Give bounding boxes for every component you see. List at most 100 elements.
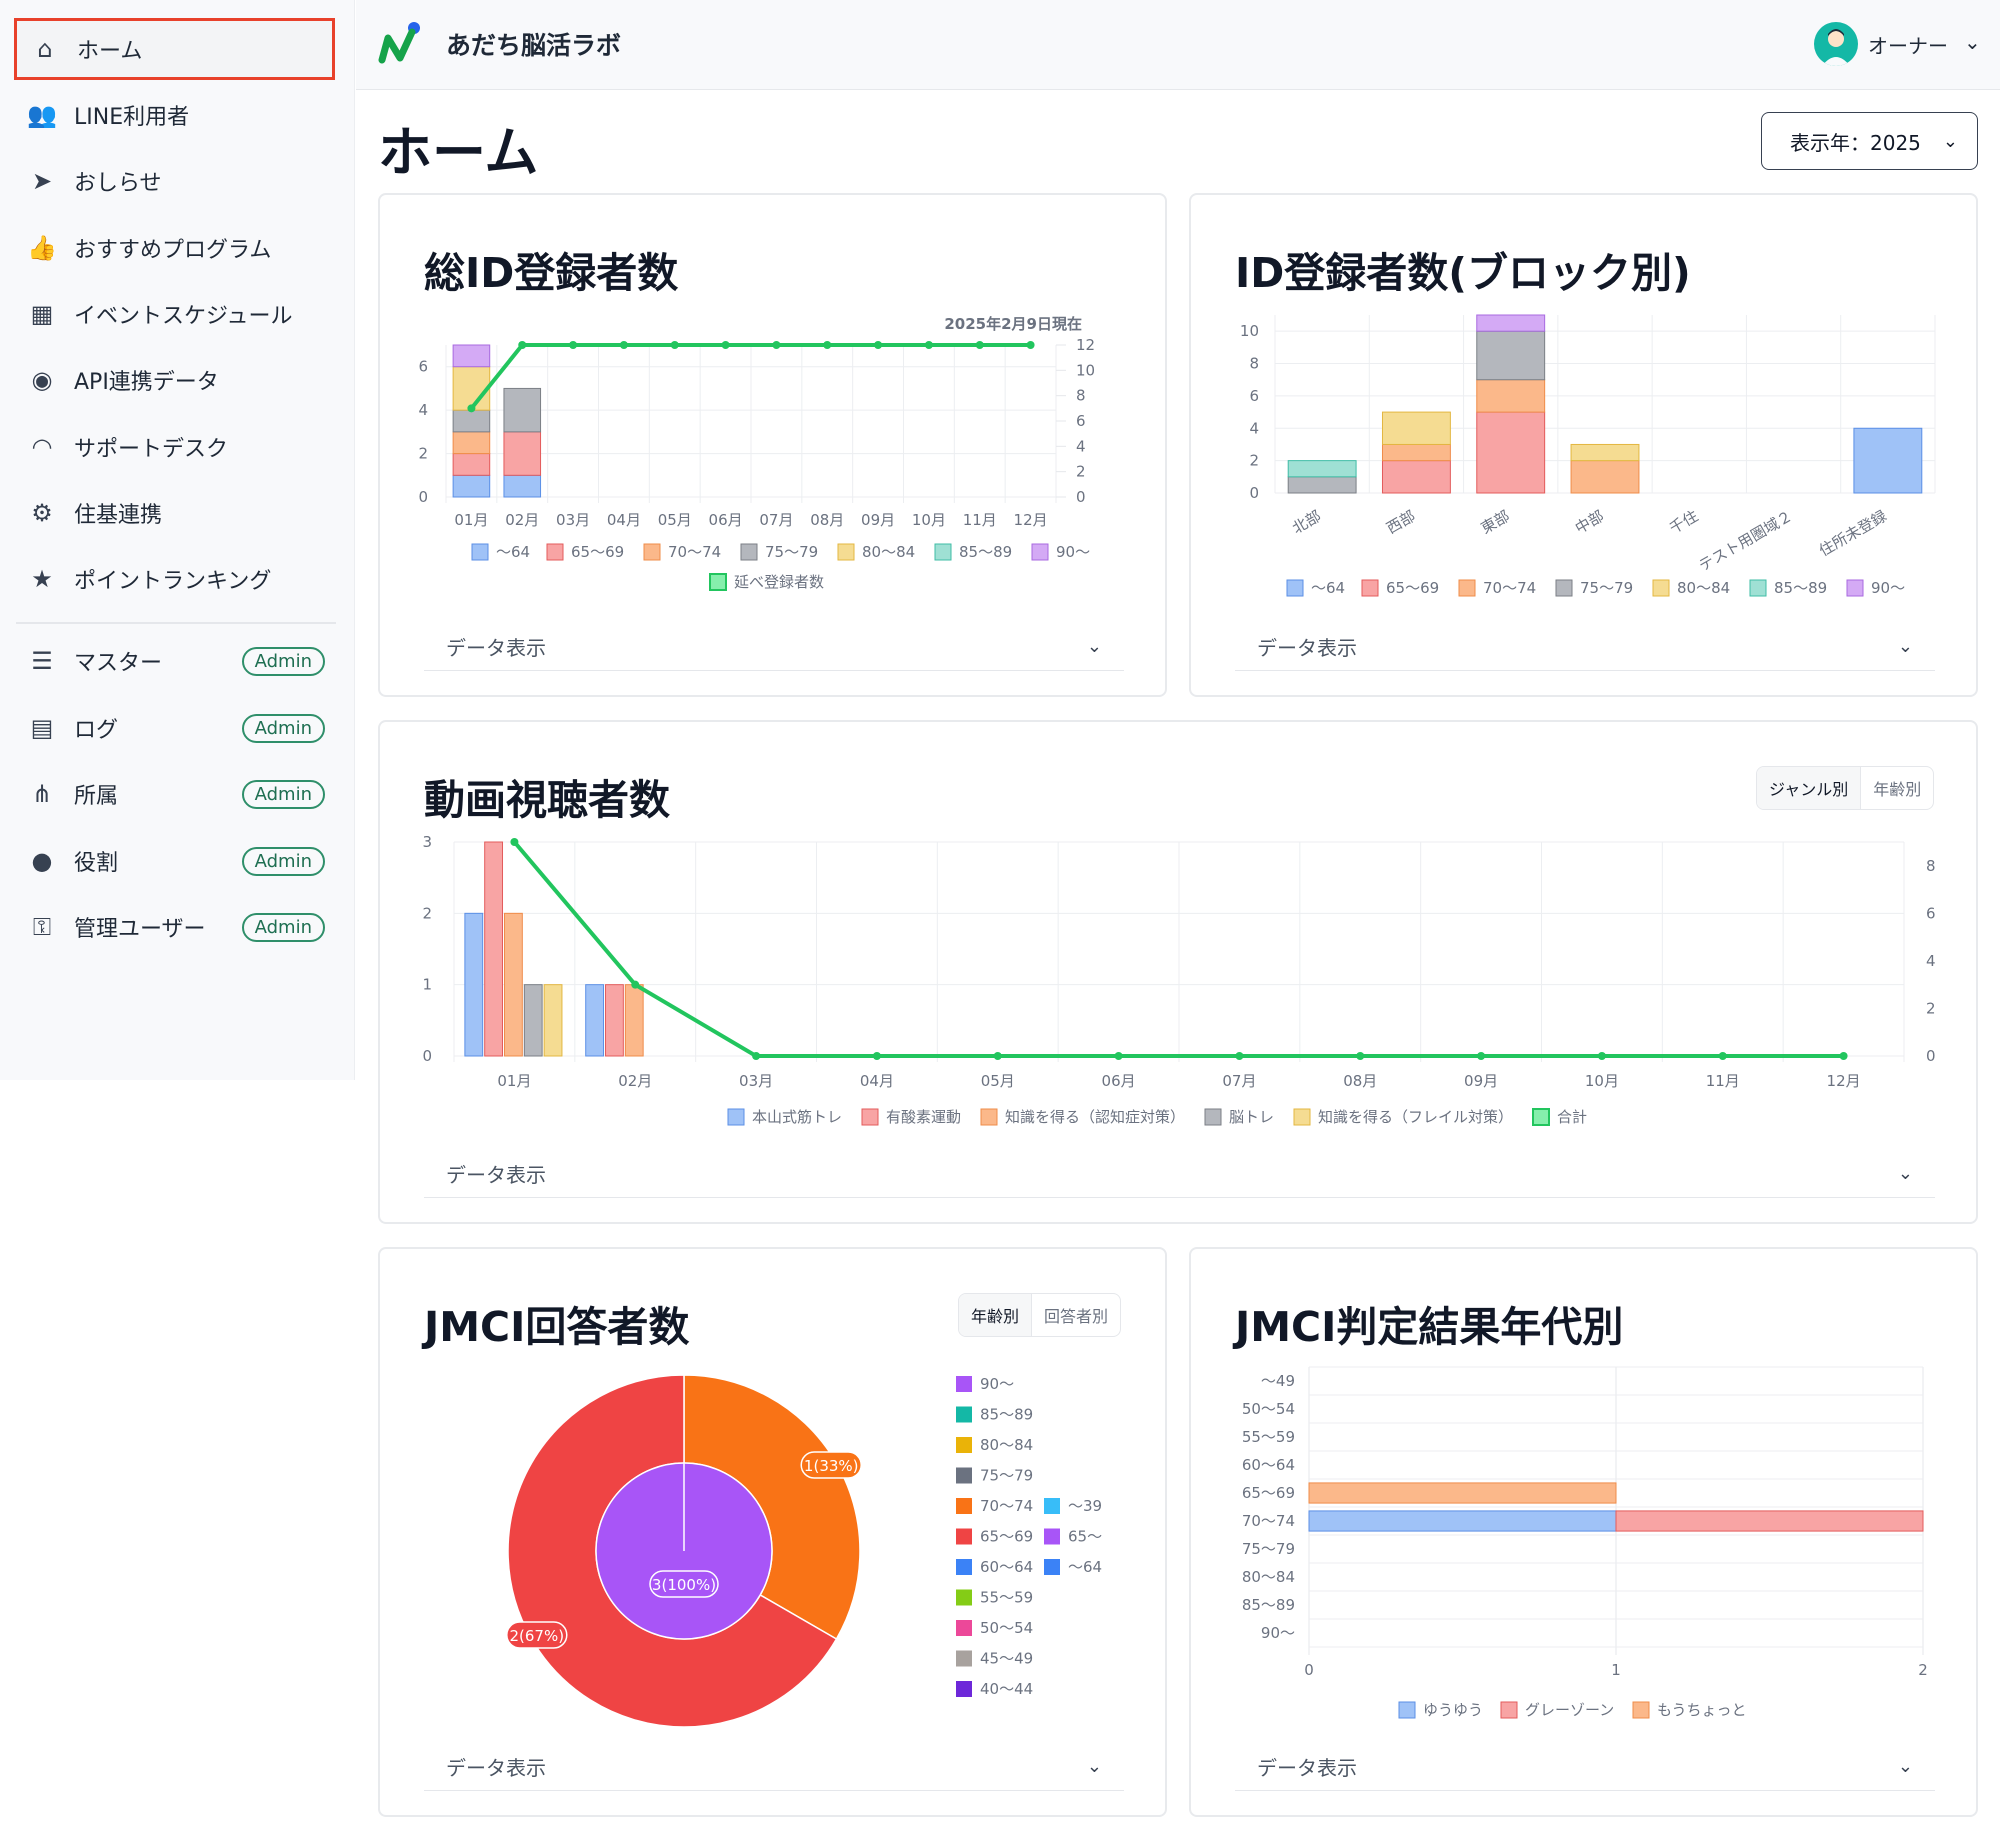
x-tick-label: 06月: [1102, 1072, 1136, 1090]
sidebar-item-label: マスター: [74, 651, 163, 676]
sidebar-divider: [16, 622, 336, 624]
sidebar-item[interactable]: ● 役割 Admin: [14, 830, 335, 892]
y2-tick-label: 4: [1076, 437, 1086, 455]
x-tick-label: 06月: [709, 511, 743, 529]
sidebar-item[interactable]: ▦ イベントスケジュール: [14, 283, 335, 345]
sidebar-item[interactable]: ◉ API連携データ: [14, 349, 335, 411]
sidebar-item-label: ポイントランキング: [74, 569, 272, 594]
bar: [543, 984, 563, 1057]
home-icon: ⌂: [37, 35, 53, 63]
sidebar-item[interactable]: 👥 LINE利用者: [14, 84, 335, 146]
data-toggle[interactable]: データ表示 ⌄: [1235, 623, 1935, 671]
y2-tick-label: 2: [1076, 463, 1086, 481]
x-tick-label: 2: [1918, 1661, 1928, 1679]
sidebar-item[interactable]: ▤ ログ Admin: [14, 697, 335, 759]
bar-segment: [1287, 476, 1357, 494]
legend-label: 65〜69: [1386, 579, 1439, 597]
x-tick-label: 05月: [981, 1072, 1015, 1090]
legend-label: 65〜: [1068, 1528, 1102, 1546]
legend-swatch: [740, 543, 758, 561]
block-id-card: ID登録者数(ブロック別) 0 2 4 6 8 10 北部 西部 東部 中部 千住 テスト用圏域２ 住所…: [1189, 193, 1978, 697]
top-header: あだち脳活ラボ オーナー ⌄: [356, 0, 2000, 90]
user-name[interactable]: オーナー: [1868, 30, 1948, 59]
y-tick-label: 0: [1249, 484, 1259, 502]
legend-label: 55〜59: [980, 1589, 1033, 1607]
legend-swatch: [709, 573, 727, 591]
year-select[interactable]: 表示年：2025 ⌄: [1761, 112, 1978, 170]
sidebar-item[interactable]: ◠ サポートデスク: [14, 416, 335, 478]
x-tick-label: 北部: [1289, 507, 1324, 538]
legend-label: 知識を得る（フレイル対策）: [1318, 1108, 1513, 1126]
bar: [585, 984, 605, 1057]
x-tick-label: 西部: [1383, 507, 1418, 538]
sidebar-item[interactable]: 👍 おすすめプログラム: [14, 217, 335, 279]
bar-segment: [1381, 443, 1451, 462]
sidebar-item[interactable]: ➤ おしらせ: [14, 150, 335, 212]
x-tick-label: 0: [1304, 1661, 1314, 1679]
data-toggle-label: データ表示: [446, 1163, 546, 1187]
sidebar-item[interactable]: ⚿ 管理ユーザー Admin: [14, 896, 335, 958]
x-tick-label: 12月: [1014, 511, 1048, 529]
line-point: [1026, 341, 1035, 349]
sidebar-item[interactable]: ⋔ 所属 Admin: [14, 763, 335, 825]
x-tick-label: 住所未登録: [1816, 507, 1890, 560]
bar-segment: [1476, 379, 1546, 413]
app-logo[interactable]: [374, 20, 424, 70]
legend-label: 90〜: [1056, 543, 1090, 561]
legend-swatch: [934, 543, 952, 561]
x-tick-label: 09月: [861, 511, 895, 529]
sidebar-item[interactable]: ☰ マスター Admin: [14, 630, 335, 692]
legend-swatch: [1652, 579, 1670, 597]
y-tick-label: 60〜64: [1242, 1456, 1295, 1474]
y2-tick-label: 0: [1926, 1047, 1936, 1065]
bar: [1308, 1510, 1617, 1532]
bar-segment: [452, 431, 491, 455]
data-toggle[interactable]: データ表示 ⌄: [424, 1150, 1935, 1198]
sidebar-item[interactable]: ⚙ 住基連携: [14, 482, 335, 544]
legend-swatch: [956, 1559, 972, 1575]
y-tick-label: 8: [1249, 355, 1259, 373]
line-point: [872, 1052, 881, 1060]
line-point: [1114, 1052, 1123, 1060]
org-icon: ⋔: [31, 780, 53, 808]
y-tick-label: 〜49: [1261, 1372, 1295, 1390]
legend-label: 有酸素運動: [886, 1108, 961, 1126]
legend-label: 40〜44: [980, 1680, 1033, 1698]
y-tick-label: 6: [1249, 387, 1259, 405]
bar-segment: [503, 474, 542, 498]
legend-label: グレーゾーン: [1525, 1701, 1614, 1719]
sidebar-item[interactable]: ⌂ ホーム: [14, 18, 335, 80]
legend-label: 〜64: [496, 543, 530, 561]
sidebar-item-label: 管理ユーザー: [74, 917, 206, 942]
jmci-result-card: JMCI判定結果年代別 0 1 2 〜49 50〜54 55〜59 60〜64 65〜69 70…: [1189, 1247, 1978, 1817]
y-tick-label: 90〜: [1261, 1624, 1295, 1642]
legend-label: 90〜: [980, 1375, 1014, 1393]
x-tick-label: 中部: [1572, 507, 1607, 538]
line-point: [1718, 1052, 1727, 1060]
user-avatar[interactable]: [1814, 22, 1858, 66]
x-tick-label: 10月: [1585, 1072, 1619, 1090]
data-toggle-label: データ表示: [1257, 1756, 1357, 1780]
line-point: [569, 341, 578, 349]
legend-swatch: [1286, 579, 1304, 597]
legend-label: 60〜64: [980, 1558, 1033, 1576]
y2-tick-label: 12: [1076, 336, 1095, 354]
data-toggle[interactable]: データ表示 ⌄: [424, 623, 1124, 671]
bar-segment: [1853, 427, 1923, 494]
legend-swatch: [1398, 1701, 1416, 1719]
line-point: [874, 341, 883, 349]
data-toggle[interactable]: データ表示 ⌄: [424, 1743, 1124, 1791]
x-tick-label: 04月: [607, 511, 641, 529]
x-tick-label: テスト用圏域２: [1696, 507, 1796, 575]
app-name[interactable]: あだち脳活ラボ: [446, 26, 621, 62]
line-point: [467, 404, 476, 413]
sidebar-item[interactable]: ★ ポイントランキング: [14, 548, 335, 610]
bar-segment: [1476, 411, 1546, 494]
legend-swatch: [956, 1498, 972, 1514]
chevron-down-icon[interactable]: ⌄: [1964, 30, 1981, 54]
y2-tick-label: 8: [1076, 387, 1086, 405]
x-tick-label: 10月: [912, 511, 946, 529]
legend-label: 75〜79: [980, 1467, 1033, 1485]
x-tick-label: 08月: [1343, 1072, 1377, 1090]
data-toggle[interactable]: データ表示 ⌄: [1235, 1743, 1935, 1791]
